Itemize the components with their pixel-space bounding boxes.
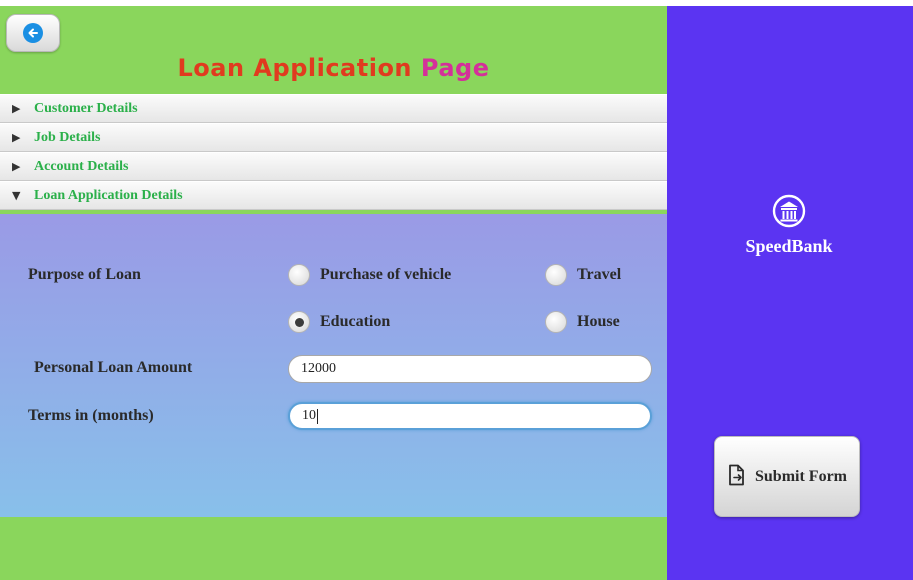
radio-purchase-of-vehicle[interactable]: Purchase of vehicle [288,264,451,286]
section-job-details[interactable]: ▶ Job Details [0,123,667,152]
section-label: Account Details [34,158,129,174]
radio-button[interactable] [545,264,567,286]
purpose-of-loan-label: Purpose of Loan [28,266,141,283]
personal-loan-amount-label: Personal Loan Amount [34,359,193,376]
page-title: Loan Application Page [0,54,667,82]
radio-label: House [577,313,620,330]
accordion: ▶ Customer Details ▶ Job Details ▶ Accou… [0,94,667,210]
radio-button-selected[interactable] [288,311,310,333]
radio-label: Education [320,313,391,330]
radio-house[interactable]: House [545,311,620,333]
page-title-part1: Loan Application [177,54,413,82]
expanded-arrow-icon: ▼ [12,189,21,202]
section-label: Loan Application Details [34,187,183,203]
terms-value: 10 [302,408,316,423]
collapsed-arrow-icon: ▶ [12,131,21,144]
radio-button[interactable] [545,311,567,333]
radio-education[interactable]: Education [288,311,390,333]
brand-panel: SpeedBank Submit Form [667,6,913,580]
section-account-details[interactable]: ▶ Account Details [0,152,667,181]
radio-button[interactable] [288,264,310,286]
radio-label: Purchase of vehicle [320,266,452,283]
submit-form-button[interactable]: Submit Form [714,436,860,517]
document-export-icon [727,464,747,490]
back-button[interactable] [6,14,60,52]
terms-label: Terms in (months) [28,407,154,424]
terms-input[interactable]: 10 [288,402,652,430]
collapsed-arrow-icon: ▶ [12,102,21,115]
section-customer-details[interactable]: ▶ Customer Details [0,94,667,123]
section-label: Customer Details [34,100,138,116]
collapsed-arrow-icon: ▶ [12,160,21,173]
submit-form-label: Submit Form [755,467,847,485]
radio-label: Travel [577,266,622,283]
loan-amount-value: 12000 [301,361,336,376]
section-label: Job Details [34,129,101,145]
brand-logo: SpeedBank [741,194,837,257]
section-loan-application-details[interactable]: ▼ Loan Application Details [0,181,667,210]
loan-amount-input[interactable]: 12000 [288,355,652,383]
radio-travel[interactable]: Travel [545,264,621,286]
back-arrow-icon [23,23,43,43]
radio-selected-dot [294,317,304,327]
brand-name: SpeedBank [745,236,833,256]
text-cursor [317,408,318,424]
loan-application-panel: Purpose of Loan Purchase of vehicle Trav… [0,214,667,517]
page-title-part2: Page [420,54,490,82]
bank-building-icon [772,194,806,232]
